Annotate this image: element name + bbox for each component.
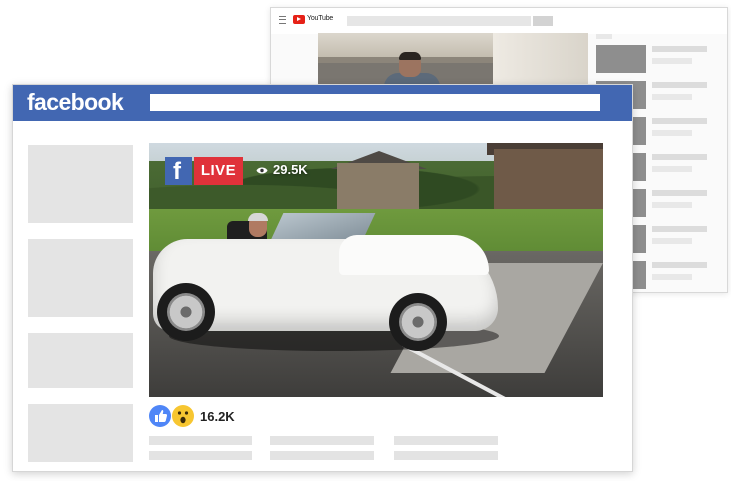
action-placeholder[interactable] bbox=[394, 436, 498, 445]
recommended-title bbox=[652, 82, 707, 88]
car-wheel bbox=[157, 283, 215, 341]
eye-icon bbox=[256, 167, 268, 174]
facebook-header: facebook bbox=[13, 85, 632, 121]
recommended-title bbox=[652, 190, 707, 196]
recommended-title bbox=[652, 154, 707, 160]
background-house bbox=[494, 149, 603, 213]
viewer-count: 29.5K bbox=[273, 162, 308, 177]
hamburger-menu-icon[interactable] bbox=[279, 16, 286, 24]
sidebar-card[interactable] bbox=[28, 145, 133, 223]
action-placeholder[interactable] bbox=[149, 436, 252, 445]
facebook-search-input[interactable] bbox=[150, 94, 600, 111]
sidebar-card[interactable] bbox=[28, 333, 133, 388]
recommended-title bbox=[652, 262, 707, 268]
car-wheel bbox=[389, 293, 447, 351]
recommended-meta bbox=[652, 94, 692, 100]
facebook-window: facebook f LIVE 29.5K 16.2K bbox=[12, 84, 633, 472]
facebook-logo[interactable]: facebook bbox=[27, 89, 124, 116]
youtube-wordmark[interactable]: YouTube bbox=[307, 15, 333, 22]
recommended-thumb[interactable] bbox=[596, 45, 646, 73]
facebook-f-icon: f bbox=[165, 157, 192, 185]
youtube-video-player[interactable] bbox=[318, 33, 588, 85]
youtube-topbar: YouTube bbox=[271, 8, 727, 34]
action-placeholder[interactable] bbox=[270, 451, 374, 460]
recommended-meta bbox=[652, 58, 692, 64]
reaction-count: 16.2K bbox=[200, 409, 235, 424]
recommended-meta bbox=[652, 130, 692, 136]
youtube-search-input[interactable] bbox=[347, 16, 531, 26]
recommended-meta bbox=[652, 166, 692, 172]
youtube-search-button[interactable] bbox=[533, 16, 553, 26]
youtube-logo-icon[interactable] bbox=[293, 15, 305, 24]
recommended-title bbox=[652, 118, 707, 124]
action-placeholder[interactable] bbox=[394, 451, 498, 460]
recommended-title bbox=[652, 46, 707, 52]
recommended-meta bbox=[652, 274, 692, 280]
live-badge: LIVE bbox=[194, 157, 243, 185]
up-next-label bbox=[596, 34, 612, 39]
action-placeholder[interactable] bbox=[149, 451, 252, 460]
wow-icon[interactable] bbox=[172, 405, 194, 427]
recommended-title bbox=[652, 226, 707, 232]
sidebar-card[interactable] bbox=[28, 404, 133, 462]
recommended-meta bbox=[652, 202, 692, 208]
sidebar-card[interactable] bbox=[28, 239, 133, 317]
like-icon[interactable] bbox=[149, 405, 171, 427]
recommended-meta bbox=[652, 238, 692, 244]
action-placeholder[interactable] bbox=[270, 436, 374, 445]
live-video-player[interactable]: f LIVE 29.5K bbox=[149, 143, 603, 397]
